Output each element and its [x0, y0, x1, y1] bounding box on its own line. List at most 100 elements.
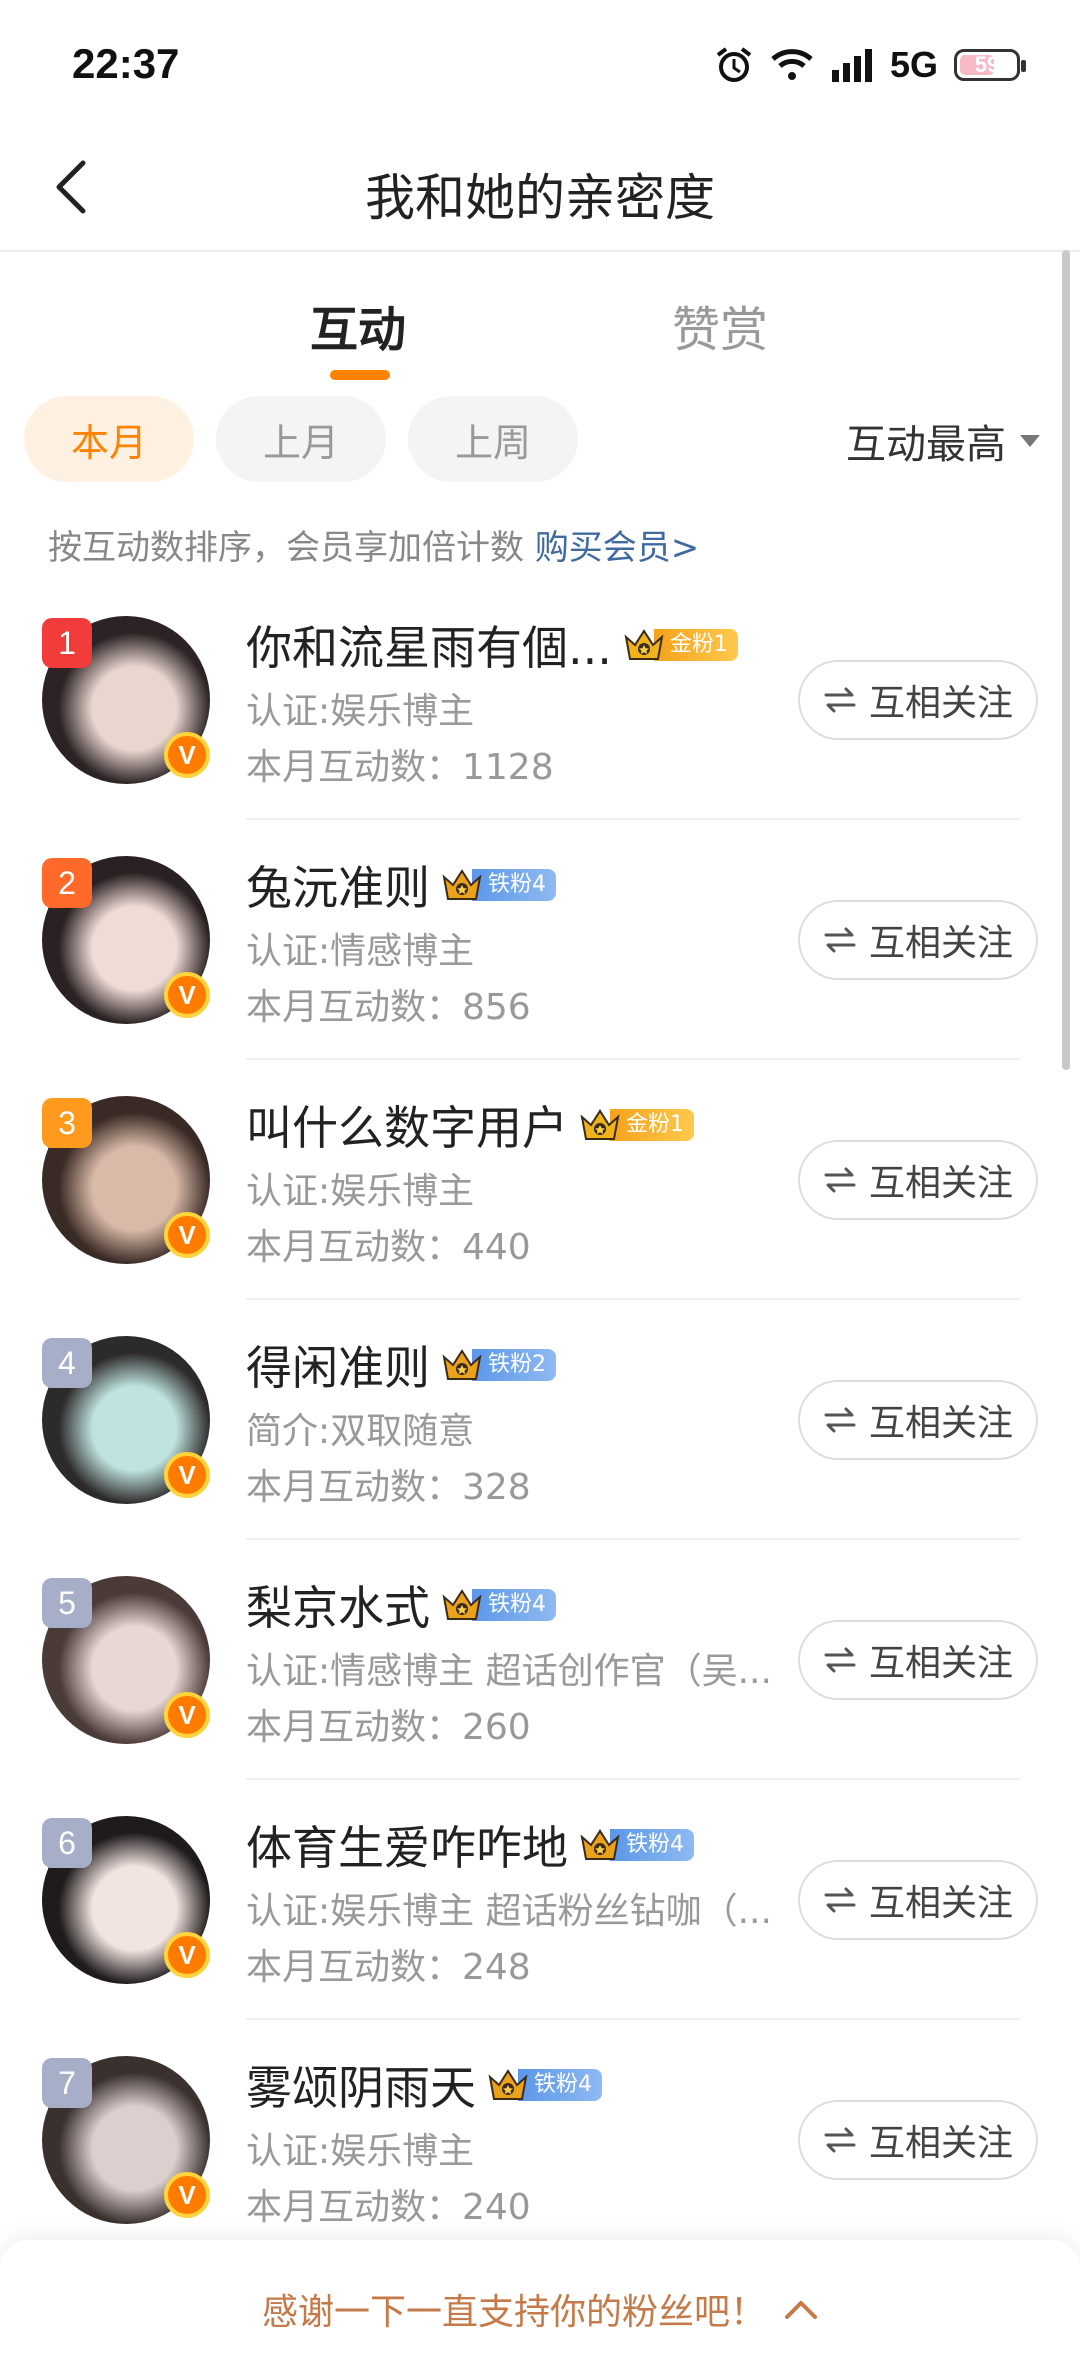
status-bar: 22:37 5G 59 — [0, 0, 1080, 130]
verified-icon: V — [164, 1212, 210, 1258]
fan-level-text: 铁粉2 — [472, 1349, 556, 1381]
user-name[interactable]: 叫什么数字用户 — [246, 1092, 568, 1158]
follow-label: 互相关注 — [868, 1163, 1013, 1204]
page-header: 我和她的亲密度 — [0, 130, 1080, 252]
fan-level-badge: 铁粉4 — [578, 1826, 694, 1864]
interaction-count: 本月互动数：856 — [246, 987, 531, 1028]
mutual-follow-button[interactable]: 互相关注 — [798, 660, 1038, 740]
name-row: 兔沅准则 铁粉4 — [246, 852, 556, 918]
swap-arrows-icon — [824, 927, 856, 953]
name-row: 得闲准则 铁粉2 — [246, 1332, 556, 1398]
mutual-follow-button[interactable]: 互相关注 — [798, 1140, 1038, 1220]
verified-icon: V — [164, 2172, 210, 2218]
fan-level-badge: 铁粉4 — [440, 866, 556, 904]
sort-label: 互动最高 — [846, 422, 1006, 468]
verified-icon: V — [164, 1692, 210, 1738]
filter-last-month[interactable]: 上月 — [216, 396, 386, 482]
user-name[interactable]: 梨京水式 — [246, 1572, 430, 1638]
name-row: 你和流星雨有個... 金粉1 — [246, 612, 738, 678]
crown-icon — [580, 1109, 620, 1140]
list-item[interactable]: 6 V 体育生爱咋咋地 铁粉4 认证:娱乐博主 超话粉丝钻咖（... 本月互动数… — [0, 1780, 1080, 2020]
verified-icon: V — [164, 972, 210, 1018]
fan-level-text: 铁粉4 — [610, 1829, 694, 1861]
fan-level-badge: 金粉1 — [622, 626, 738, 664]
interaction-count: 本月互动数：328 — [246, 1467, 531, 1508]
list-item[interactable]: 5 V 梨京水式 铁粉4 认证:情感博主 超话创作官（吴... 本月互动数：26… — [0, 1540, 1080, 1780]
crown-icon — [488, 2069, 528, 2100]
name-row: 梨京水式 铁粉4 — [246, 1572, 556, 1638]
wifi-icon — [771, 49, 813, 80]
fan-level-text: 铁粉4 — [472, 869, 556, 901]
fan-level-text: 铁粉4 — [472, 1589, 556, 1621]
user-name[interactable]: 雾颂阴雨天 — [246, 2052, 476, 2118]
interaction-count: 本月互动数：240 — [246, 2187, 531, 2228]
user-description: 认证:娱乐博主 — [246, 2131, 475, 2172]
user-name[interactable]: 体育生爱咋咋地 — [246, 1812, 568, 1878]
verified-icon: V — [164, 732, 210, 778]
list-item[interactable]: 1 V 你和流星雨有個... 金粉1 认证:娱乐博主 本月互动数：1128 互相… — [0, 580, 1080, 820]
swap-arrows-icon — [824, 1407, 856, 1433]
verified-icon: V — [164, 1932, 210, 1978]
mutual-follow-button[interactable]: 互相关注 — [798, 900, 1038, 980]
user-description: 认证:情感博主 超话创作官（吴... — [246, 1651, 772, 1692]
user-description: 认证:娱乐博主 超话粉丝钻咖（... — [246, 1891, 772, 1932]
buy-membership-link[interactable]: 购买会员> — [535, 528, 700, 568]
fan-list: 1 V 你和流星雨有個... 金粉1 认证:娱乐博主 本月互动数：1128 互相… — [0, 580, 1080, 2260]
fan-level-text: 金粉1 — [653, 629, 738, 661]
page-title: 我和她的亲密度 — [365, 169, 715, 227]
mutual-follow-button[interactable]: 互相关注 — [798, 1620, 1038, 1700]
rank-badge: 3 — [42, 1098, 92, 1148]
name-row: 雾颂阴雨天 铁粉4 — [246, 2052, 602, 2118]
rank-badge: 5 — [42, 1578, 92, 1628]
filter-this-month[interactable]: 本月 — [24, 396, 194, 482]
swap-arrows-icon — [824, 1647, 856, 1673]
list-item[interactable]: 3 V 叫什么数字用户 金粉1 认证:娱乐博主 本月互动数：440 互相关注 — [0, 1060, 1080, 1300]
battery-icon: 59 — [954, 49, 1026, 81]
user-name[interactable]: 得闲准则 — [246, 1332, 430, 1398]
name-row: 体育生爱咋咋地 铁粉4 — [246, 1812, 694, 1878]
status-icons: 5G 59 — [714, 44, 1026, 86]
fan-level-text: 铁粉4 — [518, 2069, 602, 2101]
tab-indicator — [330, 370, 390, 380]
fan-level-badge: 铁粉2 — [440, 1346, 556, 1384]
swap-arrows-icon — [824, 1887, 856, 1913]
list-item[interactable]: 2 V 兔沅准则 铁粉4 认证:情感博主 本月互动数：856 互相关注 — [0, 820, 1080, 1060]
rank-badge: 1 — [42, 618, 92, 668]
filter-last-week[interactable]: 上周 — [408, 396, 578, 482]
chevron-up-icon — [785, 2301, 817, 2319]
swap-arrows-icon — [824, 687, 856, 713]
rank-badge: 2 — [42, 858, 92, 908]
user-name[interactable]: 你和流星雨有個... — [246, 612, 612, 678]
rank-badge: 6 — [42, 1818, 92, 1868]
crown-icon — [624, 629, 664, 660]
mutual-follow-button[interactable]: 互相关注 — [798, 1380, 1038, 1460]
list-item[interactable]: 7 V 雾颂阴雨天 铁粉4 认证:娱乐博主 本月互动数：240 互相关注 — [0, 2020, 1080, 2260]
mutual-follow-button[interactable]: 互相关注 — [798, 1860, 1038, 1940]
hint-text: 按互动数排序，会员享加倍计数 — [48, 528, 535, 568]
tab-interaction[interactable]: 互动 — [310, 290, 406, 360]
crown-icon — [580, 1829, 620, 1860]
fan-level-badge: 铁粉4 — [486, 2066, 602, 2104]
user-name[interactable]: 兔沅准则 — [246, 852, 430, 918]
thanks-text: 感谢一下一直支持你的粉丝吧！ — [261, 2292, 766, 2333]
follow-label: 互相关注 — [868, 683, 1013, 724]
sort-hint: 按互动数排序，会员享加倍计数 购买会员> — [48, 520, 699, 569]
fan-level-badge: 金粉1 — [578, 1106, 694, 1144]
list-item[interactable]: 4 V 得闲准则 铁粉2 简介:双取随意 本月互动数：328 互相关注 — [0, 1300, 1080, 1540]
user-description: 认证:情感博主 — [246, 931, 475, 972]
tab-reward[interactable]: 赞赏 — [672, 290, 768, 360]
user-description: 认证:娱乐博主 — [246, 1171, 475, 1212]
crown-icon — [442, 1349, 482, 1380]
battery-level: 59 — [974, 52, 1000, 77]
thanks-bar[interactable]: 感谢一下一直支持你的粉丝吧！ — [0, 2240, 1080, 2378]
swap-arrows-icon — [824, 1167, 856, 1193]
mutual-follow-button[interactable]: 互相关注 — [798, 2100, 1038, 2180]
user-description: 认证:娱乐博主 — [246, 691, 475, 732]
follow-label: 互相关注 — [868, 923, 1013, 964]
caret-down-icon — [1020, 435, 1040, 447]
interaction-count: 本月互动数：260 — [246, 1707, 531, 1748]
alarm-icon — [716, 47, 752, 82]
sort-dropdown[interactable]: 互动最高 — [846, 412, 1040, 470]
network-type: 5G — [889, 44, 938, 85]
name-row: 叫什么数字用户 金粉1 — [246, 1092, 694, 1158]
